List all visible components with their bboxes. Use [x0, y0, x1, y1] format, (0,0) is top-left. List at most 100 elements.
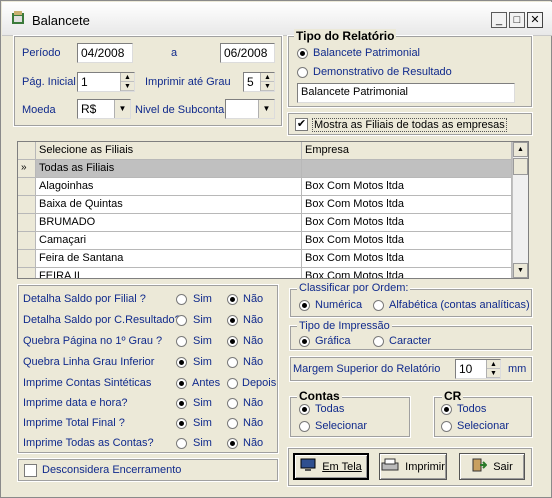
grau-spinner[interactable]: ▲ ▼ — [260, 73, 274, 91]
option-label: Quebra Linha Grau Inferior — [23, 356, 155, 368]
cr-selecionar-label: Selecionar — [457, 420, 509, 432]
radio-sim[interactable] — [176, 294, 187, 305]
sim-label: Sim — [193, 335, 212, 347]
radio-nao[interactable] — [227, 398, 238, 409]
radio-sim[interactable] — [176, 357, 187, 368]
close-icon[interactable]: ✕ — [527, 12, 543, 28]
margem-spinner[interactable]: ▲ ▼ — [486, 360, 500, 378]
desconsidera-label: Desconsidera Encerramento — [42, 464, 182, 476]
printer-icon — [381, 458, 399, 475]
grid-header-corner — [18, 142, 36, 160]
option-label: Imprime Contas Sintéticas — [23, 377, 152, 389]
monitor-icon — [300, 458, 316, 475]
radio-nao[interactable] — [227, 438, 238, 449]
radio-nao[interactable] — [227, 294, 238, 305]
option-label: Imprime data e hora? — [23, 397, 128, 409]
minimize-icon[interactable]: _ — [491, 12, 507, 28]
grau-input[interactable]: 5 ▲ ▼ — [243, 72, 275, 92]
radio-cr-selecionar[interactable] — [441, 421, 452, 432]
nivel-subconta-select[interactable]: ▼ — [225, 99, 275, 119]
radio-numerica[interactable] — [299, 300, 310, 311]
em-tela-button[interactable]: Em Tela — [293, 453, 369, 480]
scroll-thumb[interactable] — [513, 158, 528, 175]
app-icon — [10, 10, 26, 26]
antes-label: Antes — [192, 377, 221, 389]
pag-inicial-spinner[interactable]: ▲ ▼ — [120, 73, 134, 91]
radio-nao[interactable] — [227, 315, 238, 326]
radio-nao[interactable] — [227, 418, 238, 429]
sim-label: Sim — [193, 314, 212, 326]
table-row[interactable]: FEIRA II Box Com Motos ltda — [18, 268, 512, 278]
window: Balancete _ □ ✕ Período 04/2008 a 06/200… — [0, 0, 552, 498]
nao-label: Não — [243, 314, 264, 326]
title-bar: Balancete _ □ ✕ — [2, 2, 552, 36]
periodo-end-input[interactable]: 06/2008 — [220, 43, 275, 63]
radio-depois[interactable] — [227, 378, 238, 389]
periodo-start-input[interactable]: 04/2008 — [77, 43, 133, 63]
caracter-label: Caracter — [389, 335, 432, 347]
depois-label: Depois — [242, 377, 277, 389]
desconsidera-checkbox[interactable] — [24, 464, 37, 477]
radio-contas-todas[interactable] — [299, 404, 310, 415]
tipo-relatorio-field[interactable]: Balancete Patrimonial — [297, 83, 515, 103]
table-row[interactable]: BRUMADO Box Com Motos ltda — [18, 214, 512, 232]
radio-contas-selecionar[interactable] — [299, 421, 310, 432]
contas-todas-label: Todas — [315, 403, 345, 415]
radio-sim[interactable] — [176, 315, 187, 326]
radio-sim[interactable] — [176, 336, 187, 347]
radio-sim[interactable] — [176, 398, 187, 409]
table-row[interactable]: Feira de Santana Box Com Motos ltda — [18, 250, 512, 268]
radio-balancete-patrimonial[interactable] — [297, 48, 308, 59]
mostrar-filiais-checkbox[interactable]: ✔ — [295, 118, 308, 131]
sair-button[interactable]: Sair — [459, 453, 525, 480]
pag-inicial-input[interactable]: 1 ▲ ▼ — [77, 72, 135, 92]
radio-alfabetica[interactable] — [373, 300, 384, 311]
mostrar-filiais-label: Mostra as Filiais de todas as empresas — [312, 118, 507, 132]
periodo-sep: a — [171, 47, 178, 59]
radio-grafica[interactable] — [299, 336, 310, 347]
table-row[interactable]: Baixa de Quintas Box Com Motos ltda — [18, 196, 512, 214]
option-label: Imprime Todas as Contas? — [23, 437, 154, 449]
grid-header-empresa[interactable]: Empresa — [302, 142, 512, 160]
table-row[interactable]: » Todas as Filiais — [18, 160, 512, 178]
chevron-down-icon[interactable]: ▼ — [114, 100, 130, 118]
nao-label: Não — [243, 397, 264, 409]
scroll-down-icon[interactable]: ▼ — [513, 263, 528, 278]
contas-title: Contas — [297, 389, 342, 403]
margem-input[interactable]: 10 ▲ ▼ — [455, 359, 501, 379]
balancete-patrimonial-label: Balancete Patrimonial — [313, 47, 421, 59]
window-title: Balancete — [32, 13, 90, 28]
maximize-icon[interactable]: □ — [509, 12, 525, 28]
scroll-up-icon[interactable]: ▲ — [513, 142, 528, 157]
contas-selecionar-label: Selecionar — [315, 420, 367, 432]
option-label: Imprime Total Final ? — [23, 417, 125, 429]
radio-caracter[interactable] — [373, 336, 384, 347]
demonstrativo-label: Demonstrativo de Resultado — [313, 66, 452, 78]
table-row[interactable]: Camaçari Box Com Motos ltda — [18, 232, 512, 250]
chevron-down-icon[interactable]: ▼ — [258, 100, 274, 118]
sim-label: Sim — [193, 293, 212, 305]
radio-nao[interactable] — [227, 357, 238, 368]
periodo-label: Período — [22, 47, 61, 59]
radio-sim[interactable] — [176, 438, 187, 449]
sim-label: Sim — [193, 356, 212, 368]
alfabetica-label: Alfabética (contas analíticas) — [389, 299, 530, 311]
filiais-grid: Selecione as Filiais Empresa » Todas as … — [17, 141, 529, 279]
moeda-select[interactable]: R$ ▼ — [77, 99, 131, 119]
radio-demonstrativo[interactable] — [297, 67, 308, 78]
grid-header-filiais[interactable]: Selecione as Filiais — [36, 142, 302, 160]
table-row[interactable]: Alagoinhas Box Com Motos ltda — [18, 178, 512, 196]
grid-scrollbar[interactable]: ▲ ▼ — [512, 142, 528, 278]
exit-door-icon — [471, 458, 488, 475]
tipo-relatorio-title: Tipo do Relatório — [294, 29, 397, 43]
nao-label: Não — [243, 437, 264, 449]
radio-cr-todos[interactable] — [441, 404, 452, 415]
radio-antes[interactable] — [176, 378, 187, 389]
cr-title: CR — [442, 389, 464, 403]
radio-nao[interactable] — [227, 336, 238, 347]
imprimir-button[interactable]: Imprimir — [379, 453, 447, 480]
option-label: Detalha Saldo por Filial ? — [23, 293, 146, 305]
grafica-label: Gráfica — [315, 335, 351, 347]
radio-sim[interactable] — [176, 418, 187, 429]
option-label: Quebra Página no 1º Grau ? — [23, 335, 163, 347]
